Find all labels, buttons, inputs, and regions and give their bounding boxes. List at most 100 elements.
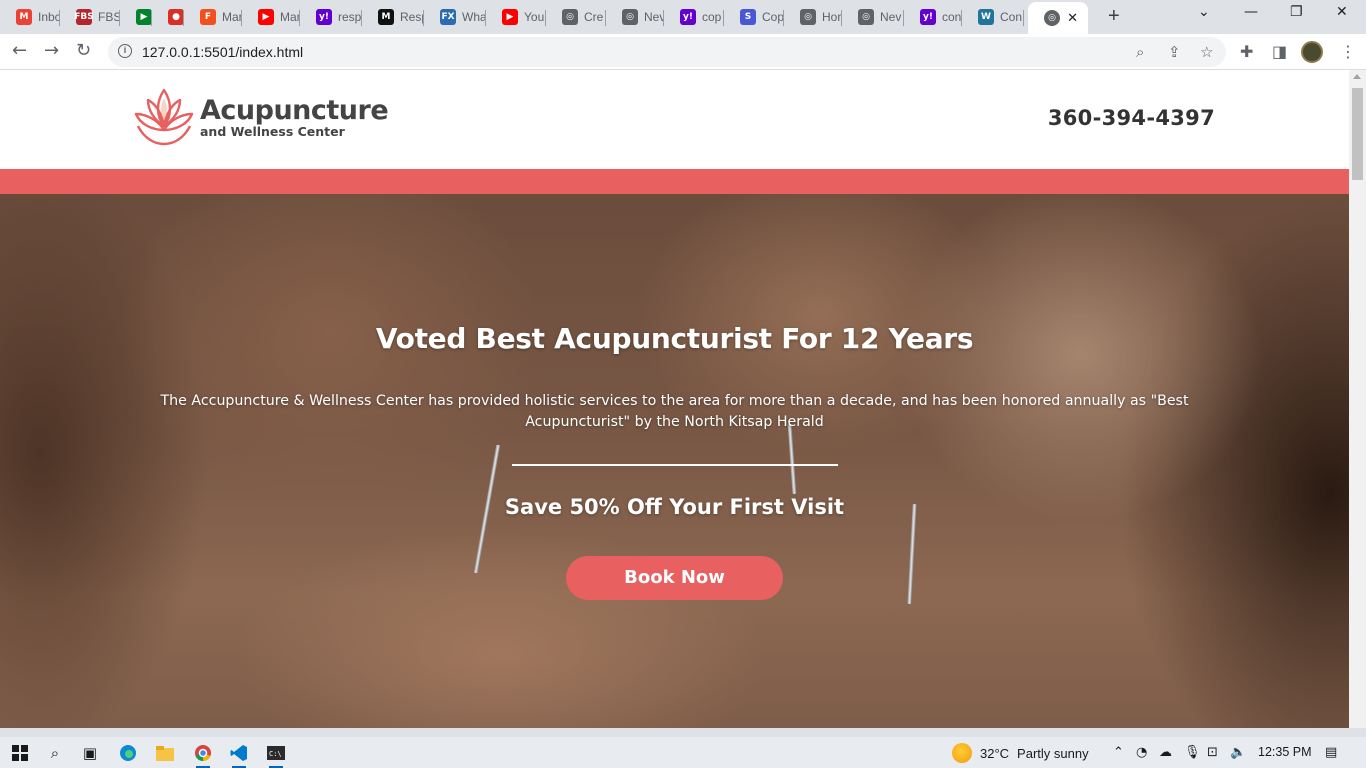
hero-content: Voted Best Acupuncturist For 12 Years Th… xyxy=(0,194,1349,728)
medium-icon: M xyxy=(378,9,394,25)
browser-tab[interactable]: ◎ Hor xyxy=(784,4,842,30)
vscode-icon[interactable] xyxy=(229,743,249,768)
bookmark-star-icon[interactable]: ☆ xyxy=(1200,43,1213,61)
globe-icon: ◎ xyxy=(800,9,816,25)
back-icon[interactable]: ← xyxy=(12,40,27,61)
accent-bar xyxy=(0,169,1349,194)
terminal-icon[interactable]: C:\ xyxy=(266,743,286,768)
hero-section: Voted Best Acupuncturist For 12 Years Th… xyxy=(0,194,1349,728)
hero-title: Voted Best Acupuncturist For 12 Years xyxy=(375,322,974,355)
site-header: Acupuncture and Wellness Center 360-394-… xyxy=(0,70,1349,169)
new-tab-icon[interactable]: + xyxy=(1108,5,1120,28)
yahoo-icon: y! xyxy=(920,9,936,25)
search-icon[interactable]: ⌕ xyxy=(45,743,65,763)
restore-icon[interactable]: ❐ xyxy=(1290,4,1303,20)
task-view-icon[interactable]: ▣ xyxy=(80,743,100,763)
lotus-icon xyxy=(134,88,194,146)
zoom-icon[interactable]: ⌕ xyxy=(1136,43,1144,61)
google-meet-icon: ▶ xyxy=(136,9,152,25)
browser-tab[interactable]: M Inbc xyxy=(0,4,60,30)
network-icon[interactable]: ⊡ xyxy=(1207,745,1218,760)
browser-tab[interactable]: W Con xyxy=(962,4,1024,30)
browser-tab[interactable]: y! cop xyxy=(664,4,724,30)
hero-offer: Save 50% Off Your First Visit xyxy=(504,495,845,519)
file-explorer-icon[interactable] xyxy=(155,743,175,763)
browser-tab[interactable]: ◎ Cre xyxy=(546,4,606,30)
extensions-icon[interactable]: ✚ xyxy=(1240,42,1253,61)
reload-icon[interactable]: ↻ xyxy=(76,40,91,61)
menu-kebab-icon[interactable]: ⋮ xyxy=(1340,42,1356,61)
onedrive-icon[interactable]: ☁ xyxy=(1159,745,1172,760)
close-tab-icon[interactable]: ✕ xyxy=(1067,10,1078,26)
tab-separator xyxy=(1023,10,1024,26)
windows-taskbar: ⌕ ▣ C:\ 32°C Partly sunny ⌃ ◔ ☁ 🎙 ⊡ 🔈 12… xyxy=(0,737,1366,768)
tab-title: Resp xyxy=(400,10,424,24)
browser-tab[interactable]: S Cop xyxy=(724,4,784,30)
globe-icon: ◎ xyxy=(562,9,578,25)
meet-now-icon[interactable]: ◔ xyxy=(1136,745,1147,760)
tab-title: Mar xyxy=(222,10,242,24)
scroll-up-icon[interactable] xyxy=(1353,74,1361,79)
address-bar[interactable]: i 127.0.0.1:5501/index.html ⌕ ⇪ ☆ xyxy=(108,37,1226,67)
tab-title: Nev xyxy=(880,10,902,24)
browser-tab-strip: M Inbc FBS FBS ▶ ● F Mar ▶ Mar y! resp M Resp FX Wha ▶ Yo… xyxy=(0,0,1366,34)
browser-tab[interactable]: F Mar xyxy=(184,4,242,30)
tab-title: Con xyxy=(1000,10,1023,24)
chevron-up-icon[interactable]: ⌃ xyxy=(1113,745,1124,760)
url-text[interactable]: 127.0.0.1:5501/index.html xyxy=(142,44,303,60)
browser-tab[interactable]: ▶ xyxy=(120,4,152,30)
minimize-icon[interactable]: — xyxy=(1244,4,1258,20)
tab-title: cop xyxy=(702,10,722,24)
browser-tab[interactable]: M Resp xyxy=(362,4,424,30)
tab-title: Hor xyxy=(822,10,842,24)
taskbar-clock[interactable]: 12:35 PM xyxy=(1258,745,1312,759)
figma-icon: F xyxy=(200,9,216,25)
notifications-icon[interactable]: ▤ xyxy=(1325,745,1337,760)
globe-icon: ◎ xyxy=(1044,10,1060,26)
weather-temp: 32°C xyxy=(980,745,1010,761)
page-viewport: Acupuncture and Wellness Center 360-394-… xyxy=(0,70,1349,728)
browser-tab[interactable]: FBS FBS xyxy=(60,4,120,30)
tab-title: Mar xyxy=(280,10,300,24)
fbs-icon: FBS xyxy=(74,9,94,25)
microphone-icon[interactable]: 🎙 xyxy=(1184,745,1201,760)
s-icon: S xyxy=(740,9,756,25)
browser-toolbar: ← → ↻ i 127.0.0.1:5501/index.html ⌕ ⇪ ☆ … xyxy=(0,34,1366,70)
weather-widget[interactable]: 32°C Partly sunny xyxy=(952,743,1089,763)
page-scrollbar[interactable] xyxy=(1349,70,1366,728)
wordpress-icon: W xyxy=(978,9,994,25)
site-logo[interactable]: Acupuncture and Wellness Center xyxy=(134,86,389,148)
windows-start-icon[interactable] xyxy=(10,743,30,763)
browser-tab[interactable]: y! resp xyxy=(300,4,362,30)
browser-tab[interactable]: ◎ Nev xyxy=(606,4,664,30)
tab-title: Inbc xyxy=(38,10,60,24)
book-now-button[interactable]: Book Now xyxy=(566,556,783,600)
tab-title: con xyxy=(942,10,962,24)
browser-tab-active[interactable]: ◎ ✕ xyxy=(1028,2,1088,34)
scrollbar-thumb[interactable] xyxy=(1352,88,1363,180)
site-info-icon[interactable]: i xyxy=(118,44,132,58)
close-window-icon[interactable]: ✕ xyxy=(1336,4,1348,20)
phone-number[interactable]: 360-394-4397 xyxy=(1048,106,1215,130)
browser-tab[interactable]: FX Wha xyxy=(424,4,486,30)
tab-title: You xyxy=(524,10,545,24)
forward-icon[interactable]: → xyxy=(44,40,59,61)
tab-title: Nev xyxy=(644,10,664,24)
browser-tab[interactable]: ▶ Mar xyxy=(242,4,300,30)
browser-tab[interactable]: ◎ Nev xyxy=(842,4,904,30)
edge-icon[interactable] xyxy=(118,743,138,763)
volume-icon[interactable]: 🔈 xyxy=(1230,745,1246,760)
profile-avatar[interactable] xyxy=(1301,41,1323,63)
gmail-icon: M xyxy=(16,9,32,25)
svg-text:C:\: C:\ xyxy=(269,750,282,758)
browser-tab[interactable]: ● xyxy=(152,4,184,30)
share-icon[interactable]: ⇪ xyxy=(1168,43,1181,61)
browser-tab[interactable]: y! con xyxy=(904,4,962,30)
tab-search-chevron-icon[interactable]: ⌄ xyxy=(1198,4,1210,20)
chrome-icon[interactable] xyxy=(193,743,213,768)
record-icon: ● xyxy=(168,9,184,25)
partly-sunny-icon xyxy=(952,743,972,763)
browser-tab[interactable]: ▶ You xyxy=(486,4,546,30)
youtube-icon: ▶ xyxy=(258,9,274,25)
side-panel-icon[interactable]: ◨ xyxy=(1272,42,1287,61)
